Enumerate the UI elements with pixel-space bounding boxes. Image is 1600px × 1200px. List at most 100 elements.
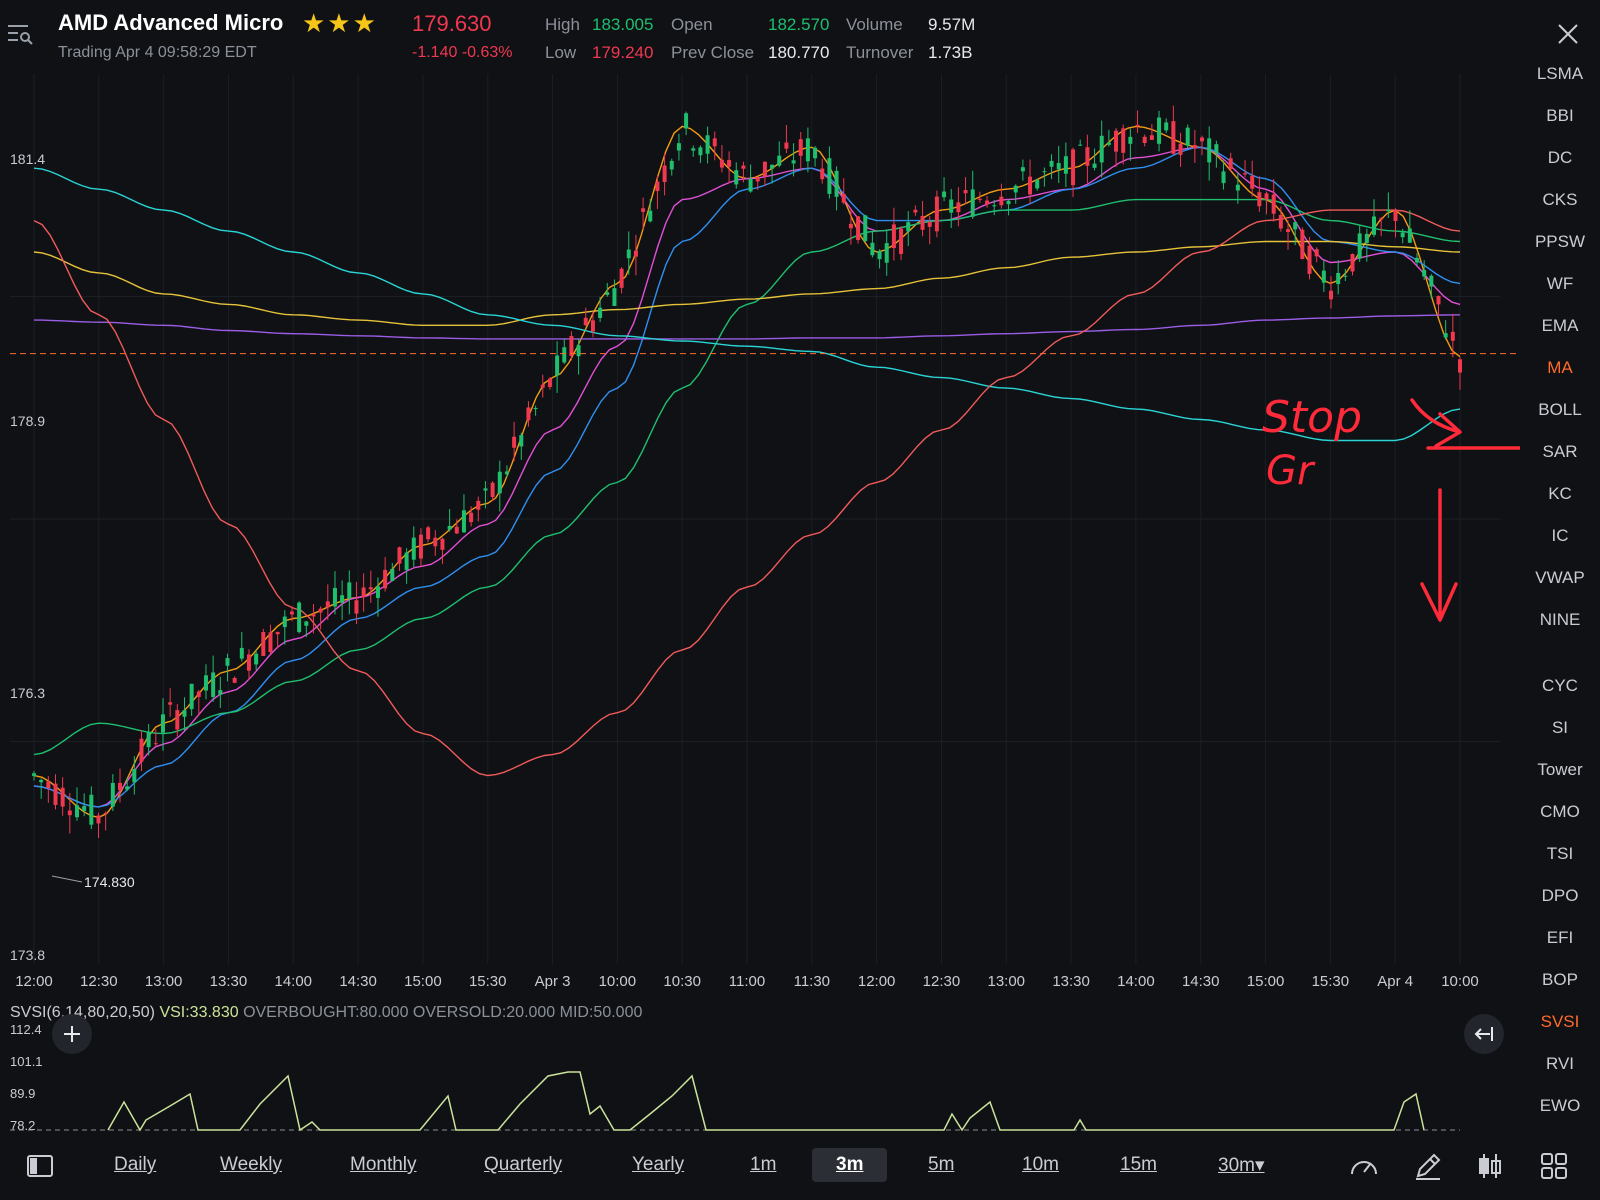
x-tick-label: 15:00 [1247, 973, 1285, 990]
indicator-si[interactable]: SI [1520, 718, 1600, 738]
x-tick-label: 15:30 [1312, 973, 1350, 990]
candle-body [748, 178, 753, 192]
candle-body [153, 743, 158, 745]
candle-body [669, 160, 674, 170]
candle-body [526, 407, 531, 421]
x-tick-label: 13:30 [1052, 973, 1090, 990]
indicator-bbi[interactable]: BBI [1520, 106, 1600, 126]
candle-body [805, 138, 810, 162]
indicator-ewo[interactable]: EWO [1520, 1096, 1600, 1116]
indicator-lsma[interactable]: LSMA [1520, 64, 1600, 84]
candle-body [461, 510, 466, 533]
candle-body [476, 500, 481, 510]
period-tab-monthly[interactable]: Monthly [350, 1154, 417, 1176]
indicator-svsi[interactable]: SVSI [1520, 1012, 1600, 1032]
list-menu-icon[interactable] [6, 22, 34, 46]
price-change: -1.140 -0.63% [412, 44, 513, 61]
candle-body [418, 534, 423, 559]
candle-body [1257, 192, 1262, 207]
period-tab-quarterly[interactable]: Quarterly [484, 1154, 562, 1176]
candle-body [182, 710, 187, 717]
indicator-kc[interactable]: KC [1520, 484, 1600, 504]
candle-body [1106, 142, 1111, 145]
period-tab-weekly[interactable]: Weekly [220, 1154, 282, 1176]
candle-body [1056, 163, 1061, 170]
speedometer-icon[interactable] [1348, 1150, 1380, 1182]
candle-body [218, 690, 223, 695]
indicator-ema[interactable]: EMA [1520, 316, 1600, 336]
indicator-ppsw[interactable]: PPSW [1520, 232, 1600, 252]
candle-body [555, 355, 560, 376]
indicator-dc[interactable]: DC [1520, 148, 1600, 168]
indicator-cyc[interactable]: CYC [1520, 676, 1600, 696]
candle-body [719, 159, 724, 168]
period-tab-5m[interactable]: 5m [928, 1154, 954, 1176]
grid-apps-icon[interactable] [1538, 1150, 1570, 1182]
close-icon[interactable] [1556, 22, 1580, 46]
indicator-bop[interactable]: BOP [1520, 970, 1600, 990]
turnover-value: 1.73B [928, 43, 973, 62]
candle-body [1185, 127, 1190, 146]
candle-body [1085, 147, 1090, 166]
indicator-rvi[interactable]: RVI [1520, 1054, 1600, 1074]
indicator-cks[interactable]: CKS [1520, 190, 1600, 210]
candle-body [361, 587, 366, 598]
indicator-tsi[interactable]: TSI [1520, 844, 1600, 864]
pen-draw-icon[interactable] [1412, 1150, 1444, 1182]
period-tab-yearly[interactable]: Yearly [632, 1154, 684, 1176]
price-chart[interactable]: 181.4 178.9 176.3 173.8 12:00 12:30 13:00 13:3… [0, 64, 1520, 1004]
candle-body [848, 223, 853, 229]
indicator-vwap[interactable]: VWAP [1520, 568, 1600, 588]
candle-body [60, 787, 65, 807]
candle-body [275, 631, 280, 635]
x-tick-label: 10:30 [663, 973, 701, 990]
candle-body [891, 224, 896, 249]
rating-stars: ★★★ [302, 8, 378, 38]
indicator-efi[interactable]: EFI [1520, 928, 1600, 948]
indicator-cmo[interactable]: CMO [1520, 802, 1600, 822]
candle-body [1458, 359, 1462, 373]
volume-label: Volume [846, 15, 903, 34]
x-tick-label: 10:00 [599, 973, 637, 990]
candle-body [612, 288, 617, 306]
candle-body [633, 250, 638, 257]
collapse-panel-button[interactable] [1464, 1014, 1504, 1054]
x-tick-label: 12:00 [858, 973, 896, 990]
period-tab-3m[interactable]: 3m [812, 1148, 888, 1182]
period-tab-daily[interactable]: Daily [114, 1154, 156, 1176]
y-tick-label: 181.4 [10, 151, 45, 167]
indicator-tower[interactable]: Tower [1520, 760, 1600, 780]
indicator-boll[interactable]: BOLL [1520, 400, 1600, 420]
period-tab-30m[interactable]: 30m▾ [1218, 1154, 1265, 1177]
candlestick-type-icon[interactable] [1474, 1150, 1506, 1182]
period-tab-1m[interactable]: 1m [750, 1154, 776, 1176]
candle-body [1121, 128, 1126, 153]
indicator-wf[interactable]: WF [1520, 274, 1600, 294]
candle-body [1450, 331, 1455, 341]
candle-body [239, 647, 244, 659]
indicator-ic[interactable]: IC [1520, 526, 1600, 546]
indicator-ma[interactable]: MA [1520, 358, 1600, 378]
candle-body [74, 805, 79, 818]
period-tab-10m[interactable]: 10m [1022, 1154, 1059, 1176]
add-indicator-button[interactable] [52, 1014, 92, 1054]
candle-body [734, 170, 739, 185]
period-tab-15m[interactable]: 15m [1120, 1154, 1157, 1176]
indicator-nine[interactable]: NINE [1520, 610, 1600, 630]
svsi-chart[interactable]: 112.4 101.1 89.9 78.2 [0, 1022, 1500, 1134]
candle-body [404, 552, 409, 570]
candle-body [318, 608, 323, 613]
candle-body [1429, 275, 1434, 287]
candle-body [648, 210, 653, 222]
indicator-sar[interactable]: SAR [1520, 442, 1600, 462]
candle-body [189, 683, 194, 710]
candle-body [798, 139, 803, 156]
indicator-dpo[interactable]: DPO [1520, 886, 1600, 906]
candle-body [497, 471, 502, 494]
candle-body [1286, 229, 1291, 232]
x-tick-label: 13:00 [987, 973, 1025, 990]
x-tick-label: 13:00 [145, 973, 183, 990]
candle-body [1436, 295, 1441, 305]
sidebar-toggle-icon[interactable] [24, 1150, 56, 1182]
candle-body [1293, 222, 1298, 230]
